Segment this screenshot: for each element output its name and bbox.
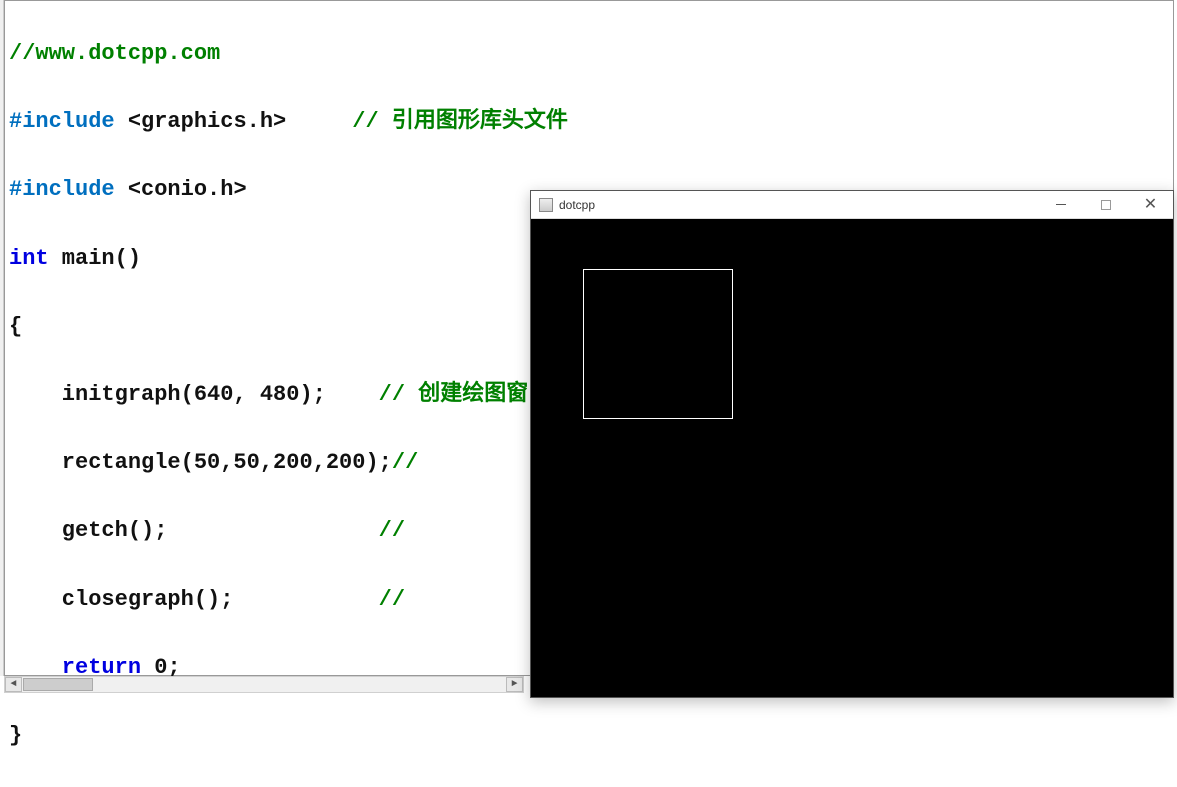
window-title: dotcpp <box>559 198 595 212</box>
graphics-output-window[interactable]: dotcpp ✕ <box>530 190 1174 698</box>
include-header-graphics: <graphics.h> <box>115 109 353 134</box>
include-directive: #include <box>9 177 115 202</box>
comment-rectangle: // <box>392 450 418 475</box>
maximize-button[interactable] <box>1083 191 1128 219</box>
close-button[interactable]: ✕ <box>1128 191 1173 219</box>
app-icon <box>539 198 553 212</box>
include-header-conio: <conio.h> <box>115 177 247 202</box>
graphics-canvas <box>533 219 1171 695</box>
scroll-thumb[interactable] <box>23 678 93 691</box>
window-titlebar[interactable]: dotcpp ✕ <box>531 191 1173 219</box>
scroll-left-arrow-icon[interactable]: ◄ <box>5 677 22 692</box>
scroll-track[interactable] <box>94 677 506 692</box>
keyword-int: int <box>9 246 49 271</box>
call-closegraph: closegraph(); <box>9 587 379 612</box>
minimize-icon <box>1056 204 1066 205</box>
call-initgraph: initgraph(640, 480); <box>9 382 379 407</box>
comment-url: //www.dotcpp.com <box>9 41 220 66</box>
comment-closegraph: // <box>379 587 405 612</box>
horizontal-scrollbar[interactable]: ◄ ► <box>4 676 524 693</box>
close-icon: ✕ <box>1144 197 1157 213</box>
minimize-button[interactable] <box>1038 191 1083 219</box>
call-rectangle: rectangle(50,50,200,200); <box>9 450 392 475</box>
call-getch: getch(); <box>9 518 379 543</box>
brace-close: } <box>9 723 22 748</box>
drawn-rectangle <box>583 269 733 419</box>
comment-getch: // <box>379 518 405 543</box>
main-decl: main() <box>49 246 141 271</box>
include-directive: #include <box>9 109 115 134</box>
comment-include-graphics: // 引用图形库头文件 <box>352 109 568 134</box>
brace-open: { <box>9 314 22 339</box>
scroll-right-arrow-icon[interactable]: ► <box>506 677 523 692</box>
maximize-icon <box>1101 200 1111 210</box>
